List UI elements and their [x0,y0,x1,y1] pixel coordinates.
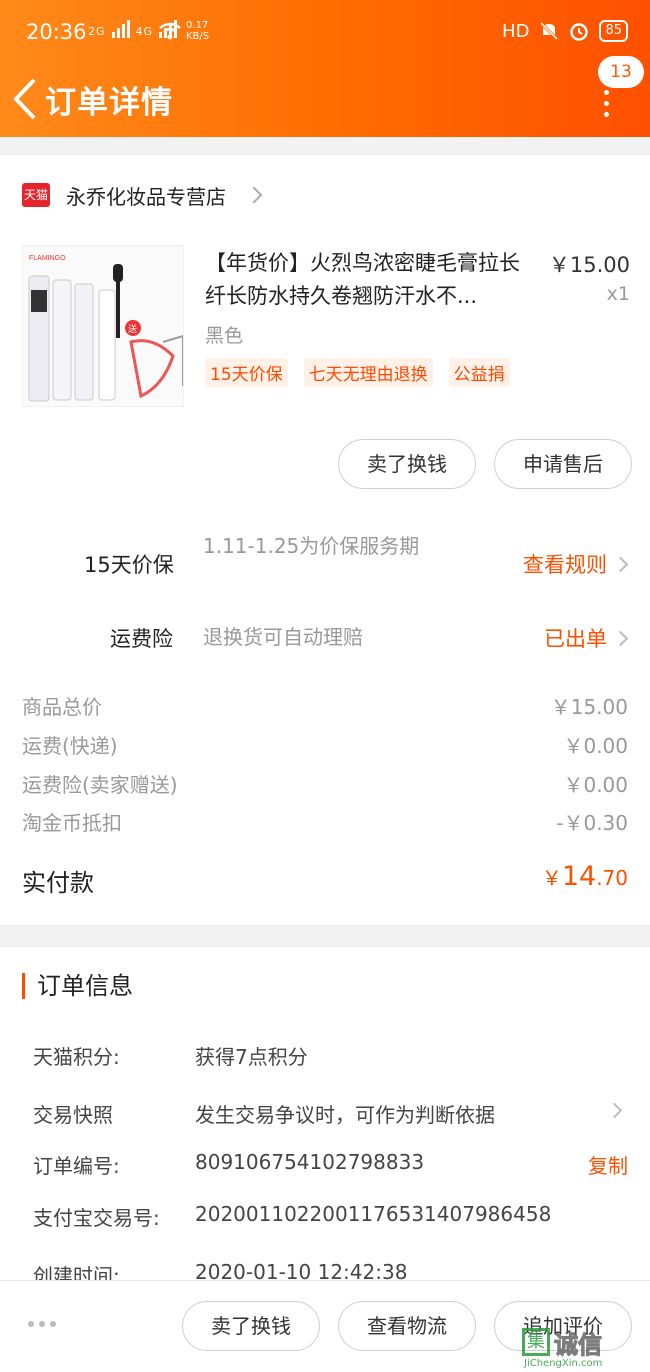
apply-after-sale-button[interactable]: 申请售后 [494,439,632,489]
fee-goods-total-value: ￥15.00 [550,695,628,719]
network-2g-label: 2G [88,25,106,38]
tag-seven-day-return[interactable]: 七天无理由退换 [303,358,433,387]
view-rules-link[interactable]: 查看规则 [523,549,629,579]
speed-value: 0.17 [186,20,209,31]
alarm-icon [570,23,589,41]
product-tags: 15天价保 七天无理由退换 公益捐 [205,358,510,387]
app-header: 20:36 2G 4G 0.17 KB/S HD 85 订单详情 13 [0,0,650,137]
info-label-order-number: 订单编号: [33,1154,120,1178]
fee-coins-label: 淘金币抵扣 [22,811,122,835]
hd-label: HD [502,20,530,42]
sell-for-cash-button[interactable]: 卖了换钱 [338,439,476,489]
gift-text: 送 [128,323,137,335]
service-price-protect-desc: 1.11-1.25为价保服务期 [203,534,420,558]
shop-name: 永乔化妆品专营店 [66,184,226,209]
paid-amount-label: 实付款 [22,869,94,897]
network-speed: 0.17 KB/S [186,20,209,42]
chevron-right-icon [612,556,629,573]
signal-bars-icon [111,20,130,38]
battery-indicator: 85 [599,20,628,42]
fee-coins-value: -￥0.30 [556,811,628,835]
info-value-points: 获得7点积分 [195,1045,308,1069]
view-logistics-button[interactable]: 查看物流 [338,1301,476,1351]
product-image[interactable]: FLAMINGO 送 [22,245,184,407]
watermark-box: 集 [522,1328,550,1356]
more-actions-icon[interactable] [28,1321,56,1327]
paid-amount-value: ￥14.70 [542,861,628,892]
service-shipping-insurance-label: 运费险 [110,627,173,651]
order-info-title: 订单信息 [22,973,133,999]
service-price-protect-label: 15天价保 [84,553,174,577]
copy-order-number-button[interactable]: 复制 [588,1150,628,1179]
more-options-icon[interactable] [602,90,610,122]
tag-price-protect[interactable]: 15天价保 [205,358,288,387]
info-label-snapshot[interactable]: 交易快照 [33,1099,113,1128]
tmall-logo-icon: 天猫 [22,183,50,207]
info-value-snapshot[interactable]: 发生交易争议时，可作为判断依据 [195,1099,495,1128]
status-time: 20:36 [26,20,87,44]
chevron-right-icon [245,186,263,204]
product-price: ￥15.00 [548,253,630,277]
product-quantity: x1 [606,283,630,305]
mute-icon [540,21,559,41]
nav-bar: 订单详情 13 [0,56,650,137]
info-label-alipay-number: 支付宝交易号: [33,1206,160,1230]
network-4g-label: 4G [135,25,154,38]
watermark-logo: 集 诚信 JiChengXin.com [522,1316,644,1369]
speed-unit: KB/S [186,31,210,42]
tag-charity[interactable]: 公益捐 [448,358,510,387]
chevron-right-icon[interactable] [606,1102,623,1119]
brand-text: FLAMINGO [29,255,66,262]
paid-currency: ￥ [541,866,562,890]
insurance-issued-link[interactable]: 已出单 [544,623,629,653]
fee-shipping-value: ￥0.00 [563,734,628,758]
info-value-order-number: 809106754102798833 [195,1150,425,1174]
watermark-text: 诚信 [554,1330,603,1359]
fee-insurance-value: ￥0.00 [563,773,628,797]
fee-insurance-label: 运费险(卖家赠送) [22,773,178,797]
watermark-sub: JiChengXin.com [524,1358,603,1369]
shop-header[interactable]: 天猫 永乔化妆品专营店 [22,179,263,211]
back-arrow-icon[interactable] [10,74,40,124]
fee-goods-total-label: 商品总价 [22,695,102,719]
insurance-issued-label: 已出单 [544,627,607,651]
product-sku: 黑色 [205,325,244,347]
info-label-points: 天猫积分: [33,1045,120,1069]
status-right: HD 85 [502,20,628,42]
status-bar: 20:36 2G 4G 0.17 KB/S HD 85 [0,0,650,66]
paid-integer: 14 [561,861,597,892]
info-value-alipay-number: 2020011022001176531407986458 [195,1202,552,1226]
service-shipping-insurance-desc: 退换货可自动理赔 [203,625,363,649]
view-rules-label: 查看规则 [523,553,607,577]
order-card: 天猫 永乔化妆品专营店 FLAMINGO 送 【年货价】火烈鸟浓密睫毛膏拉长纤长… [0,155,650,925]
mascara-product-icon: FLAMINGO 送 [23,246,183,406]
chevron-right-icon [612,630,629,647]
fee-shipping-label: 运费(快递) [22,734,118,758]
page-title: 订单详情 [45,85,173,121]
bottom-sell-for-cash-button[interactable]: 卖了换钱 [182,1301,320,1351]
paid-decimal: .70 [596,866,628,890]
message-count-badge[interactable]: 13 [598,56,644,88]
product-title[interactable]: 【年货价】火烈鸟浓密睫毛膏拉长纤长防水持久卷翘防汗水不... [205,247,535,313]
wifi-icon [159,22,181,40]
